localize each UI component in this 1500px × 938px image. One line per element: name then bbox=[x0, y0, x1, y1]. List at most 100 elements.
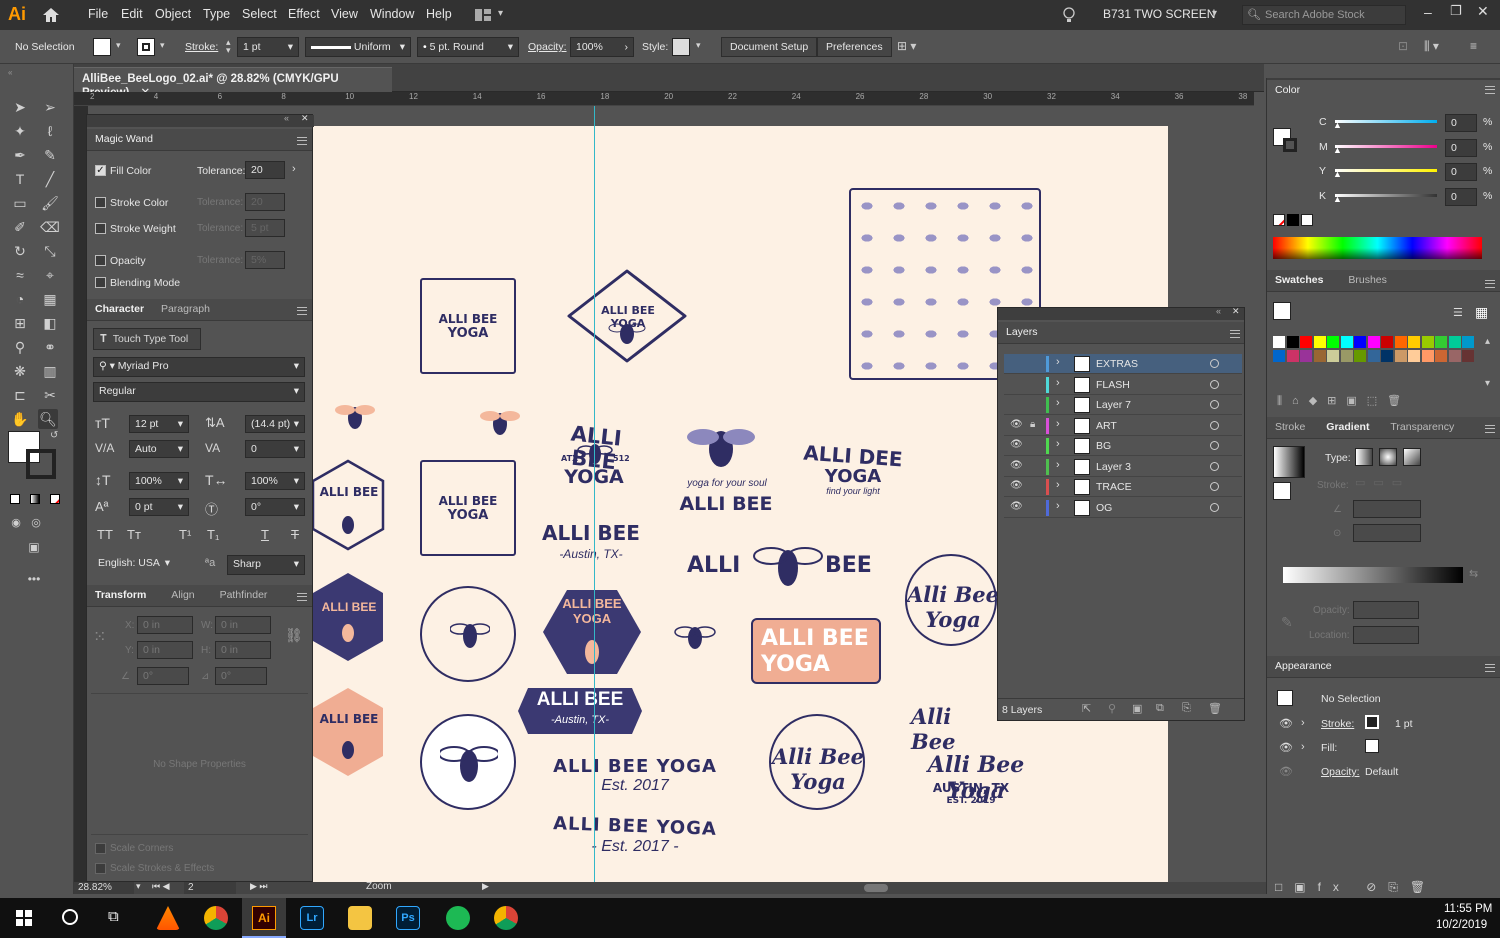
lasso-tool-icon[interactable]: ℓ bbox=[40, 121, 60, 141]
layer-target-icon[interactable] bbox=[1210, 502, 1219, 512]
line-tool-icon[interactable]: ╱ bbox=[40, 169, 60, 189]
layer-row[interactable]: 👁︎ › BG bbox=[1004, 436, 1242, 456]
scale-tool-icon[interactable]: ⤡ bbox=[40, 241, 60, 261]
layer-visibility-icon[interactable]: 👁︎ bbox=[1010, 501, 1023, 512]
list-view-icon[interactable]: ☰ bbox=[1453, 306, 1463, 319]
gradient-menu-icon[interactable] bbox=[1485, 425, 1495, 433]
layers-menu-icon[interactable] bbox=[1230, 330, 1240, 338]
gradient-slider[interactable] bbox=[1283, 567, 1463, 583]
tab-pathfinder[interactable]: Pathfinder bbox=[220, 589, 268, 601]
arrange-dropdown-icon[interactable]: ▾ bbox=[498, 8, 503, 19]
maximize-icon[interactable]: ❐ bbox=[1450, 3, 1462, 19]
tab-brushes[interactable]: Brushes bbox=[1348, 274, 1387, 286]
lightbulb-icon[interactable] bbox=[1062, 6, 1076, 24]
search-circle-icon[interactable] bbox=[62, 909, 78, 925]
clipping-mask-icon[interactable]: ▣ bbox=[1132, 702, 1142, 715]
none-mode-icon[interactable] bbox=[50, 494, 60, 504]
layers-panel-grip[interactable]: « ✕ bbox=[998, 306, 1244, 320]
collapse-toolbar-icon[interactable]: « bbox=[8, 68, 12, 77]
swatch-fill-indicator[interactable] bbox=[1273, 302, 1291, 320]
tab-character[interactable]: Character bbox=[95, 303, 144, 315]
layer-row[interactable]: › Layer 7 bbox=[1004, 395, 1242, 415]
vertical-scale-field[interactable]: 100% ▾ bbox=[129, 472, 189, 490]
baseline-shift-field[interactable]: 0 pt ▾ bbox=[129, 498, 189, 516]
color-swatch[interactable] bbox=[1394, 336, 1407, 348]
channel-slider-thumb-icon[interactable]: ▲ bbox=[1333, 120, 1342, 130]
menu-select[interactable]: Select bbox=[242, 7, 277, 21]
collapse-panels-icon[interactable]: « bbox=[284, 113, 289, 123]
stroke-weight-dropdown-icon[interactable]: ▾ bbox=[288, 41, 293, 53]
menu-edit[interactable]: Edit bbox=[121, 7, 143, 21]
clock-date[interactable]: 10/2/2019 bbox=[1436, 919, 1487, 931]
appearance-stroke-swatch[interactable] bbox=[1365, 715, 1379, 729]
menu-view[interactable]: View bbox=[331, 7, 358, 21]
channel-slider-thumb-icon[interactable]: ▲ bbox=[1333, 194, 1342, 204]
menu-file[interactable]: File bbox=[88, 7, 108, 21]
blend-tool-icon[interactable]: ⚭ bbox=[40, 337, 60, 357]
swatch-scroll-down-icon[interactable]: ▾ bbox=[1485, 378, 1490, 389]
zoom-dropdown-icon[interactable]: ▾ bbox=[136, 881, 141, 892]
transform-menu-icon[interactable] bbox=[297, 593, 307, 601]
radial-gradient-icon[interactable] bbox=[1379, 448, 1397, 466]
horizontal-ruler[interactable]: 2 4 6 8 10 12 14 16 18 20 22 24 26 28 30 32 34 36 38 bbox=[74, 92, 1254, 106]
tab-transform[interactable]: Transform bbox=[95, 589, 146, 601]
edit-toolbar-icon[interactable]: ••• bbox=[24, 569, 44, 589]
blending-mode-checkbox[interactable] bbox=[95, 277, 106, 288]
gradient-eyedropper-icon[interactable]: ✎ bbox=[1281, 614, 1293, 631]
stroke-dropdown-icon[interactable]: ▾ bbox=[160, 40, 165, 51]
color-swatch[interactable] bbox=[1313, 336, 1326, 348]
layer-name[interactable]: BG bbox=[1096, 440, 1111, 452]
magic-wand-tool-icon[interactable]: ✦ bbox=[10, 121, 30, 141]
tab-paragraph[interactable]: Paragraph bbox=[161, 303, 210, 315]
illustrator-taskbar-active[interactable]: Ai bbox=[242, 898, 286, 938]
magic-wand-header[interactable]: Magic Wand bbox=[87, 129, 312, 151]
document-setup-button[interactable]: Document Setup bbox=[721, 37, 818, 57]
slice-tool-icon[interactable]: ✂ bbox=[40, 385, 60, 405]
color-swatch[interactable] bbox=[1340, 336, 1353, 348]
chrome-icon[interactable] bbox=[204, 906, 228, 930]
freeform-gradient-icon[interactable] bbox=[1403, 448, 1421, 466]
color-swatch[interactable] bbox=[1435, 350, 1447, 362]
shaper-tool-icon[interactable]: ✐ bbox=[10, 217, 30, 237]
channel-value-field[interactable]: 0 bbox=[1445, 187, 1477, 206]
black-swatch[interactable] bbox=[1287, 214, 1299, 226]
document-tab[interactable]: AlliBee_BeeLogo_02.ai* @ 28.82% (CMYK/GP… bbox=[74, 67, 392, 99]
variable-width-profile[interactable]: Uniform ▾ bbox=[305, 37, 411, 57]
color-swatch[interactable] bbox=[1300, 336, 1312, 348]
minimize-icon[interactable]: – bbox=[1424, 4, 1432, 20]
horizontal-scale-field[interactable]: 100% ▾ bbox=[245, 472, 305, 490]
color-swatch[interactable] bbox=[1354, 336, 1366, 348]
layer-target-icon[interactable] bbox=[1210, 400, 1219, 409]
first-artboard-icon[interactable]: ⏮ ◀ bbox=[152, 881, 170, 892]
perspective-grid-tool-icon[interactable]: ▦ bbox=[40, 289, 60, 309]
layers-header[interactable]: Layers bbox=[998, 322, 1244, 344]
workspace-dropdown-icon[interactable]: ▾ bbox=[1212, 8, 1217, 19]
gradient-mode-icon[interactable] bbox=[30, 494, 40, 504]
zoom-level-field[interactable]: 28.82% bbox=[74, 882, 134, 894]
layer-row[interactable]: › EXTRAS bbox=[1004, 354, 1242, 374]
layer-expand-icon[interactable]: › bbox=[1056, 356, 1060, 368]
color-swatch[interactable] bbox=[1394, 350, 1407, 362]
mesh-tool-icon[interactable]: ⊞ bbox=[10, 313, 30, 333]
stroke-stepper-icon[interactable]: ▴ ▾ bbox=[226, 38, 231, 55]
close-window-icon[interactable]: ✕ bbox=[1477, 3, 1489, 20]
layer-row[interactable]: 👁︎ › OG bbox=[1004, 498, 1242, 518]
layer-row[interactable]: › FLASH bbox=[1004, 375, 1242, 395]
next-artboard-icon[interactable]: ▶ ⏭ bbox=[250, 881, 268, 892]
color-swatch[interactable] bbox=[1381, 336, 1393, 348]
channel-slider[interactable] bbox=[1335, 193, 1437, 197]
opacity-label[interactable]: Opacity: bbox=[528, 41, 567, 53]
opacity-visibility-icon[interactable]: 👁︎ bbox=[1279, 765, 1293, 778]
panel-stack-grip[interactable]: « ✕ bbox=[87, 113, 314, 127]
color-swatch[interactable] bbox=[1435, 336, 1447, 348]
workspace-switcher[interactable]: B731 TWO SCREEN bbox=[1103, 7, 1215, 21]
stroke-visibility-icon[interactable]: 👁︎ bbox=[1279, 717, 1293, 730]
layer-name[interactable]: Layer 7 bbox=[1096, 399, 1131, 411]
fill-tolerance-field[interactable]: 20 bbox=[245, 161, 285, 179]
align-icon[interactable]: ⊡ bbox=[1398, 39, 1408, 53]
color-swatch[interactable] bbox=[1448, 350, 1461, 362]
artboard-number-field[interactable]: 2 bbox=[184, 882, 236, 894]
free-transform-tool-icon[interactable]: ⌖ bbox=[40, 265, 60, 285]
preferences-button[interactable]: Preferences bbox=[817, 37, 892, 57]
font-size-field[interactable]: 12 pt ▾ bbox=[129, 415, 189, 433]
